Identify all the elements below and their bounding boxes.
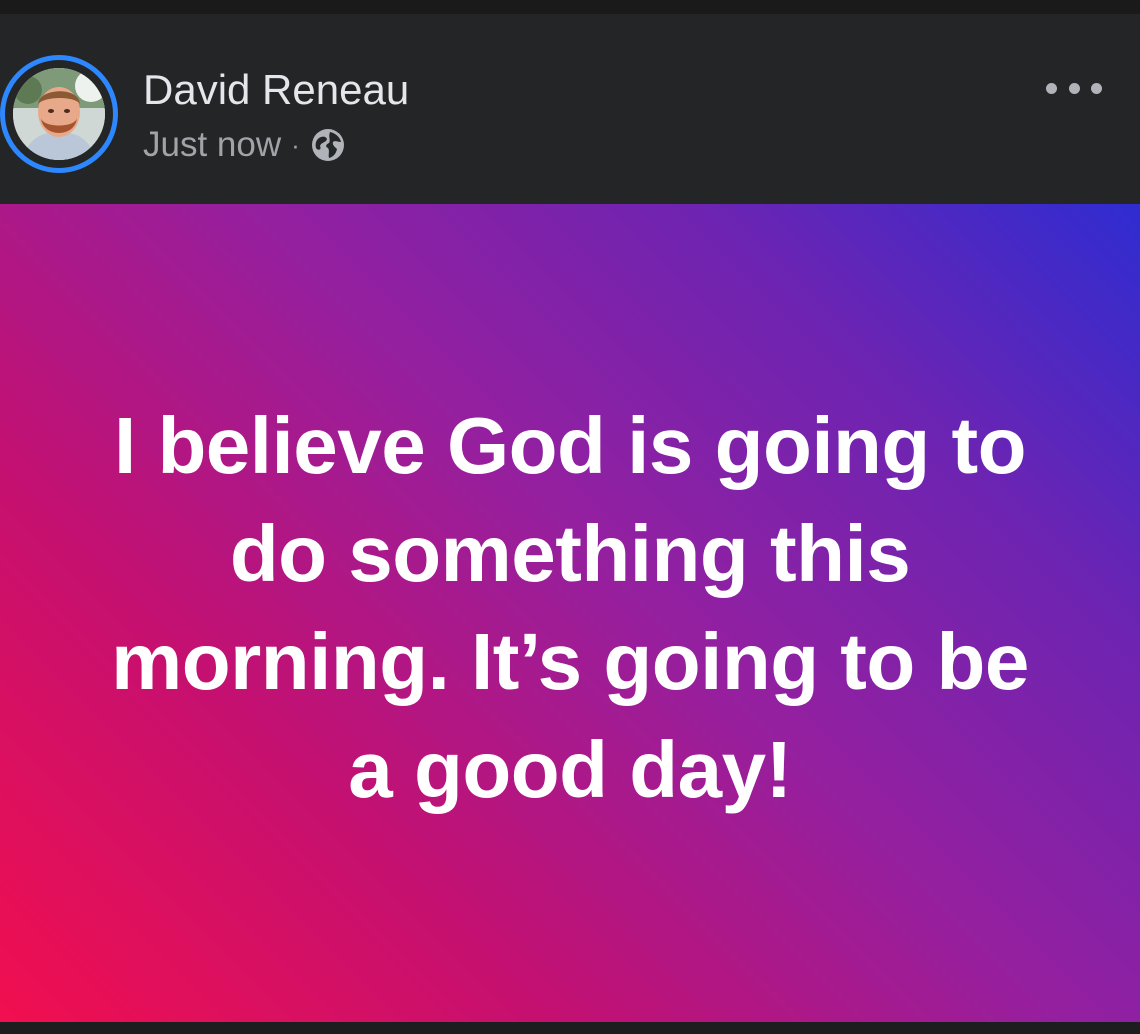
post-timestamp[interactable]: Just now bbox=[143, 125, 281, 165]
author-name[interactable]: David Reneau bbox=[143, 66, 409, 114]
post-header: David Reneau Just now · bbox=[0, 14, 1140, 204]
post-meta: Just now · bbox=[143, 122, 346, 168]
globe-icon[interactable] bbox=[310, 127, 346, 163]
more-options-icon bbox=[1068, 82, 1080, 94]
more-options-icon bbox=[1091, 82, 1102, 94]
avatar[interactable] bbox=[13, 68, 105, 160]
top-divider bbox=[0, 0, 1140, 14]
avatar-story-ring[interactable] bbox=[0, 55, 118, 173]
post-card: David Reneau Just now · I believe God is… bbox=[0, 0, 1140, 1034]
post-text: I believe God is going to do something t… bbox=[111, 401, 1029, 814]
more-options-icon bbox=[1046, 82, 1057, 94]
avatar-photo bbox=[13, 68, 105, 160]
meta-separator: · bbox=[291, 129, 300, 160]
bottom-divider bbox=[0, 1022, 1140, 1034]
post-text-background[interactable]: I believe God is going to do something t… bbox=[0, 204, 1140, 1022]
more-options-button[interactable] bbox=[1046, 74, 1102, 102]
